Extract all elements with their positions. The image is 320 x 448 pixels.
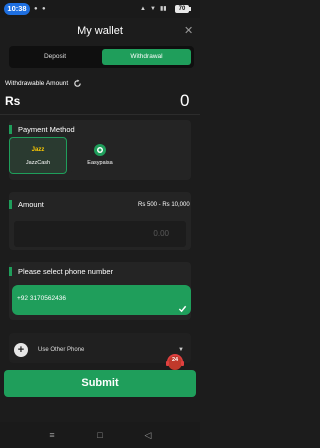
currency-label: Rs	[5, 94, 21, 108]
signal-icon: ▲	[140, 6, 146, 12]
status-time: 10:38	[4, 3, 30, 15]
back-icon[interactable]: ◁	[141, 428, 155, 442]
phone-number: +92 3170562436	[17, 295, 66, 302]
use-other-phone-label: Use Other Phone	[38, 347, 85, 353]
section-marker	[9, 267, 12, 276]
tab-deposit[interactable]: Deposit	[12, 49, 98, 65]
refresh-icon[interactable]	[73, 79, 82, 88]
support-badge-text: 24	[171, 357, 179, 363]
page-title: My wallet	[77, 25, 123, 37]
amount-input[interactable]: 0.00	[14, 221, 186, 247]
notification-icon: ●	[34, 6, 38, 12]
phone-label: Please select phone number	[18, 267, 114, 276]
battery-tip	[189, 7, 191, 11]
withdrawable-amount-label: Withdrawable Amount	[5, 80, 69, 87]
battery-indicator: 70	[175, 5, 189, 13]
section-marker	[9, 125, 12, 134]
notification-icon: ●	[42, 6, 46, 12]
status-bar	[0, 0, 200, 18]
tab-withdrawal[interactable]: Withdrawal	[102, 49, 191, 65]
payment-method-label: Payment Method	[18, 125, 75, 134]
amount-label: Amount	[18, 200, 44, 209]
jazzcash-logo: Jazz	[31, 142, 45, 155]
close-icon[interactable]: ✕	[184, 24, 193, 38]
home-icon[interactable]: □	[93, 428, 107, 442]
divider	[0, 114, 200, 115]
plus-icon[interactable]: +	[14, 343, 28, 357]
recents-icon[interactable]: ≡	[45, 428, 59, 442]
payment-option-label: JazzCash	[25, 160, 51, 166]
svg-text:Jazz: Jazz	[32, 147, 45, 153]
easypaisa-logo	[94, 143, 106, 156]
payment-option-label: Easypaisa	[87, 160, 113, 166]
cellular-icon: ▮▮	[160, 6, 167, 12]
amount-range: Rs 500 - Rs 10,000	[138, 202, 190, 208]
balance-value: 0	[180, 91, 190, 110]
section-marker	[9, 200, 12, 209]
wifi-icon: ▼	[150, 6, 156, 12]
submit-button[interactable]: Submit	[4, 370, 196, 397]
check-icon	[178, 305, 187, 313]
